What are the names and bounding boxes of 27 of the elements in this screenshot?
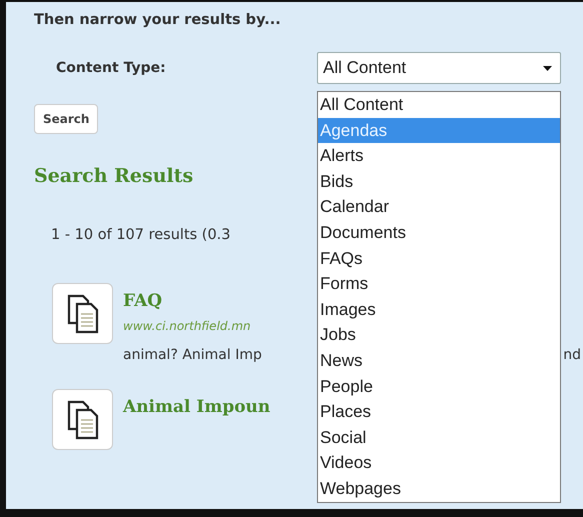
- document-icon: [52, 283, 113, 344]
- dropdown-option[interactable]: Jobs: [318, 322, 560, 348]
- result-snippet: animal? Animal Imp: [123, 347, 262, 363]
- dropdown-option[interactable]: Bids: [318, 168, 560, 194]
- dropdown-option[interactable]: People: [318, 374, 560, 400]
- dropdown-option[interactable]: Videos: [318, 450, 560, 476]
- section-heading: Then narrow your results by...: [34, 12, 282, 28]
- dropdown-option[interactable]: FAQs: [318, 246, 560, 272]
- results-title: Search Results: [34, 165, 194, 187]
- dropdown-option[interactable]: Images: [318, 296, 560, 322]
- document-icon: [52, 389, 113, 450]
- content-type-label: Content Type:: [56, 60, 167, 76]
- dropdown-option[interactable]: Forms: [318, 271, 560, 297]
- dropdown-option[interactable]: Alerts: [318, 143, 560, 169]
- search-button[interactable]: Search: [34, 104, 98, 134]
- dropdown-option[interactable]: Social: [318, 424, 560, 450]
- result-snippet: nd: [563, 347, 581, 363]
- result-url: www.ci.northfield.mn: [123, 319, 252, 333]
- caret-icon: [543, 66, 552, 70]
- dropdown-option[interactable]: Places: [318, 399, 560, 425]
- dropdown-option[interactable]: Webpages: [318, 476, 560, 502]
- results-count: 1 - 10 of 107 results (0.3: [51, 227, 231, 243]
- dropdown-option[interactable]: News: [318, 348, 560, 374]
- content-type-select[interactable]: All Content: [317, 52, 561, 84]
- dropdown-option[interactable]: Calendar: [318, 194, 560, 220]
- dropdown-option[interactable]: All Content: [318, 92, 560, 118]
- dropdown-option[interactable]: Documents: [318, 220, 560, 246]
